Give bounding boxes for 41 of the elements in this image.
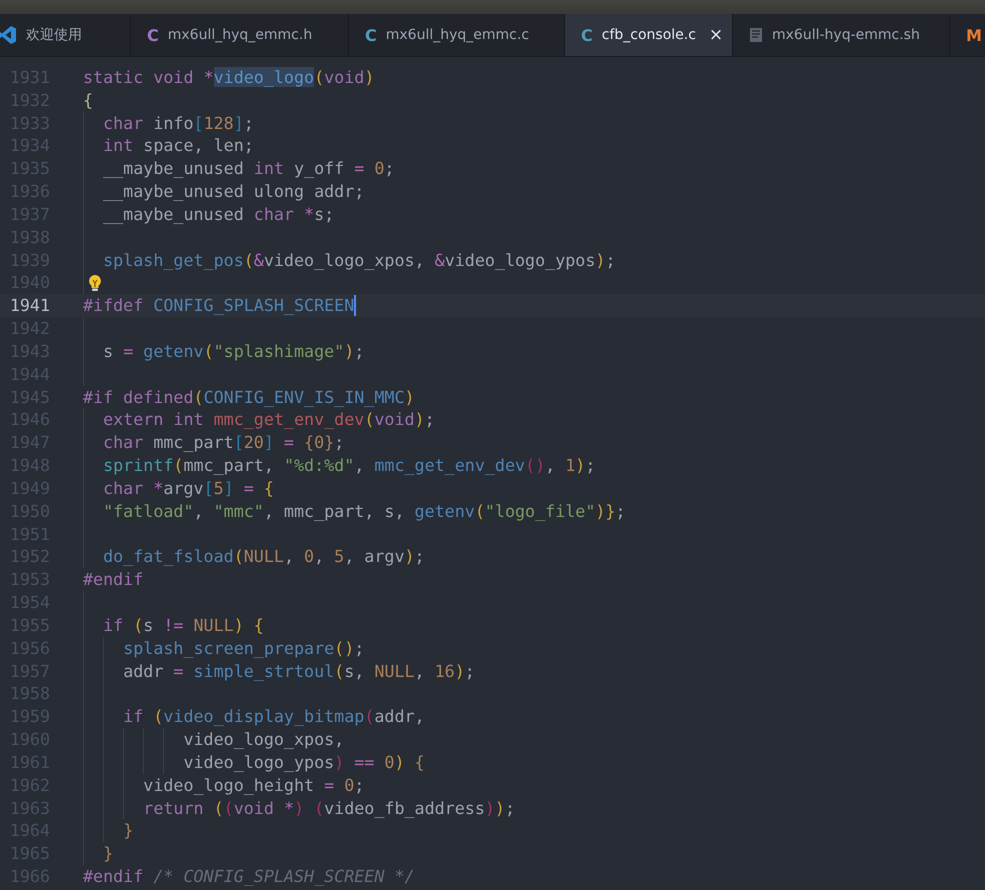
code-line: {: [83, 88, 94, 112]
code-line: }: [123, 819, 134, 842]
code-line: return ((void *) (video_fb_address));: [143, 796, 516, 820]
code-line: #ifdef CONFIG_SPLASH_SCREEN: [83, 294, 354, 318]
code-line: splash_get_pos(&video_logo_xpos, &video_logo_ypos);: [103, 248, 616, 272]
editor-tab[interactable]: 欢迎使用: [0, 14, 131, 56]
code-line: char mmc_part[20] = {0};: [103, 431, 344, 454]
file-type-icon: C: [147, 26, 159, 44]
code-line: int space, len;: [103, 134, 254, 158]
file-type-icon: C: [365, 26, 377, 44]
code-line: splash_screen_prepare();: [123, 636, 364, 660]
editor-logo-icon: [0, 25, 17, 45]
close-icon[interactable]: ×: [708, 25, 724, 45]
editor-tab[interactable]: C cfb_console.c ×: [565, 14, 733, 56]
text-cursor: [354, 295, 356, 316]
code-line: __maybe_unused int y_off = 0;: [103, 157, 394, 180]
code-line: video_logo_xpos,: [183, 728, 344, 751]
code-line: #if defined(CONFIG_ENV_IS_IN_MMC): [83, 386, 415, 408]
lightbulb-icon[interactable]: [88, 274, 102, 292]
code-line: s = getenv("splashimage");: [103, 340, 364, 363]
code-line: }: [103, 842, 114, 865]
code-line: __maybe_unused char *s;: [103, 202, 334, 226]
code-line: sprintf(mmc_part, "%d:%d", mmc_get_env_dev(), 1);: [103, 454, 596, 477]
code-line: char info[128];: [103, 112, 254, 134]
document-icon: [749, 27, 763, 43]
file-type-icon: C: [581, 26, 593, 44]
code-line: if (video_display_bitmap(addr,: [123, 705, 425, 728]
file-type-icon: M: [966, 26, 982, 44]
code-line: extern int mmc_get_env_dev(void);: [103, 408, 435, 432]
code-line: #endif /* CONFIG_SPLASH_SCREEN */: [83, 864, 415, 888]
code-line: do_fat_fsload(NULL, 0, 5, argv);: [103, 545, 425, 568]
code-line: static void *video_logo(void): [83, 66, 374, 89]
code-line: video_logo_height = 0;: [143, 774, 364, 796]
code-line: video_logo_ypos) == 0) {: [183, 750, 425, 774]
code-line: #endif: [83, 568, 144, 592]
line-number: 1941: [8, 294, 50, 318]
code-line: char *argv[5] = {: [103, 476, 274, 500]
code-line: addr = simple_strtoul(s, NULL, 16);: [123, 660, 475, 682]
code-line: __maybe_unused ulong addr;: [103, 180, 364, 203]
code-line: if (s != NULL) {: [103, 614, 264, 637]
code-line: "fatload", "mmc", mmc_part, s, getenv("logo_file")};: [103, 500, 626, 523]
